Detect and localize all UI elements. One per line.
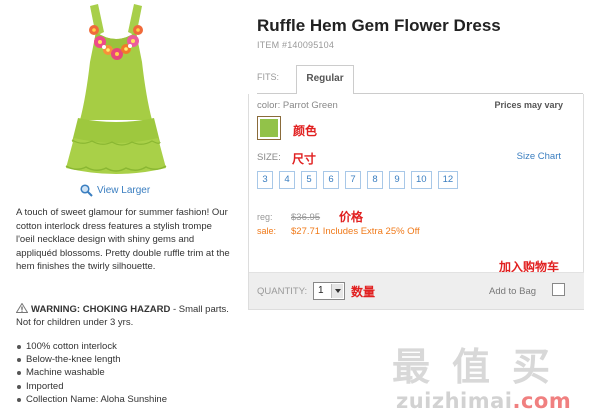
size-chart-link[interactable]: Size Chart <box>517 151 561 162</box>
choking-warning: WARNING: CHOKING HAZARD - Small parts. N… <box>16 303 236 329</box>
regular-price: $36.95 <box>291 212 321 223</box>
feature-list: 100% cotton interlock Below-the-knee len… <box>16 340 167 406</box>
watermark-char: 值 <box>452 345 491 389</box>
size-option-6[interactable]: 6 <box>323 171 339 189</box>
watermark-chinese: 最 值 买 <box>392 336 550 391</box>
product-description: A touch of sweet glamour for summer fash… <box>16 207 230 272</box>
annotation-color: 颜色 <box>293 124 318 138</box>
size-option-5[interactable]: 5 <box>301 171 317 189</box>
list-item: Imported <box>16 380 167 393</box>
watermark-domain: zuizhimai <box>396 389 513 413</box>
watermark-char: 最 <box>392 345 431 389</box>
regular-price-label: reg: <box>257 212 273 222</box>
chevron-down-icon <box>331 284 343 298</box>
size-option-12[interactable]: 12 <box>437 171 459 189</box>
quantity-select[interactable]: 1 <box>313 282 345 300</box>
size-option-8[interactable]: 8 <box>367 171 383 189</box>
size-option-3[interactable]: 3 <box>257 171 273 189</box>
view-larger-label: View Larger <box>97 185 151 196</box>
annotation-quantity: 数量 <box>351 285 376 299</box>
purchase-options-panel: color: Parrot Green Prices may vary 颜色 S… <box>248 94 584 310</box>
annotation-size: 尺寸 <box>292 152 317 166</box>
list-item: Collection Name: Aloha Sunshine <box>16 393 167 406</box>
color-label: color: Parrot Green <box>257 100 338 111</box>
list-item: Below-the-knee length <box>16 353 167 366</box>
add-to-bag-checkbox[interactable] <box>552 283 565 296</box>
product-title: Ruffle Hem Gem Flower Dress <box>257 16 501 35</box>
watermark-char: 买 <box>512 345 551 389</box>
tab-regular[interactable]: Regular <box>296 65 354 95</box>
size-option-9[interactable]: 9 <box>389 171 405 189</box>
item-number: ITEM #140095104 <box>257 40 335 50</box>
view-larger-link[interactable]: View Larger <box>80 184 150 197</box>
size-option-10[interactable]: 10 <box>411 171 432 189</box>
annotation-price: 价格 <box>339 210 364 224</box>
size-options: 3 4 5 6 7 8 9 10 12 <box>257 171 459 189</box>
quantity-label: QUANTITY: <box>257 286 308 297</box>
magnifier-icon <box>80 184 93 197</box>
product-image[interactable] <box>56 2 176 180</box>
size-label: SIZE: <box>257 152 281 163</box>
quantity-value: 1 <box>318 285 324 296</box>
warning-label: WARNING: CHOKING HAZARD <box>31 304 171 315</box>
swatch-fill <box>260 119 278 137</box>
prices-vary-note: Prices may vary <box>494 100 563 110</box>
size-option-4[interactable]: 4 <box>279 171 295 189</box>
size-option-7[interactable]: 7 <box>345 171 361 189</box>
quantity-bar: QUANTITY: 1 数量 Add to Bag <box>249 272 584 309</box>
fits-label: FITS: <box>257 72 279 82</box>
warning-icon <box>16 303 28 313</box>
add-to-bag-label: Add to Bag <box>489 286 537 297</box>
list-item: 100% cotton interlock <box>16 340 167 353</box>
sale-price-label: sale: <box>257 226 277 236</box>
watermark-tld: .com <box>512 389 572 413</box>
watermark-latin: zuizhimai.com <box>396 389 571 413</box>
site-watermark: 最 值 买 zuizhimai.com <box>386 334 590 418</box>
fits-tabs: FITS: Regular <box>257 65 583 95</box>
list-item: Machine washable <box>16 366 167 379</box>
sale-price: $27.71 Includes Extra 25% Off <box>291 226 420 237</box>
color-swatch-parrot-green[interactable] <box>257 116 281 140</box>
product-media-column: View Larger A touch of sweet glamour for… <box>0 0 240 418</box>
